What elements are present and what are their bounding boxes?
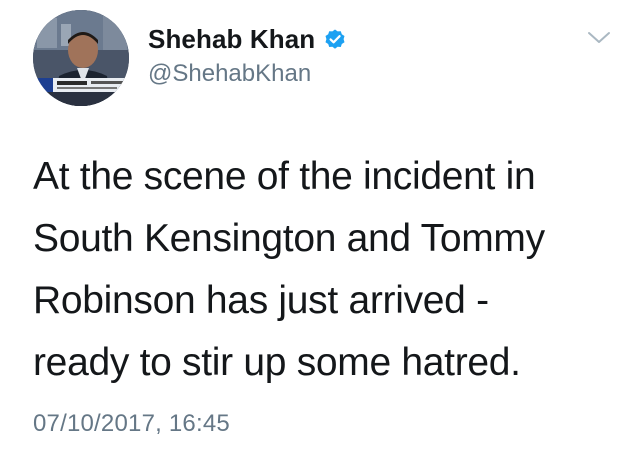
tweet-text-line: At the scene of the incident in [33, 155, 536, 198]
tweet-timestamp[interactable]: 07/10/2017, 16:45 [33, 410, 230, 438]
tweet-text-line: ready to stir up some hatred. [33, 341, 521, 384]
author-display-name[interactable]: Shehab Khan [148, 24, 315, 55]
tweet-text-line: South Kensington and Tommy [33, 217, 545, 260]
verified-badge-icon [323, 27, 347, 51]
tweet-card: Shehab Khan @ShehabKhan At the scene of … [0, 0, 639, 458]
avatar[interactable] [33, 10, 129, 106]
avatar-photo [33, 10, 129, 106]
chevron-down-icon[interactable] [586, 28, 612, 48]
author-handle[interactable]: @ShehabKhan [148, 60, 311, 88]
tweet-text-line: Robinson has just arrived - [33, 279, 489, 322]
author-name-row: Shehab Khan [148, 22, 347, 56]
tweet-text: At the scene of the incident in South Ke… [33, 146, 613, 394]
